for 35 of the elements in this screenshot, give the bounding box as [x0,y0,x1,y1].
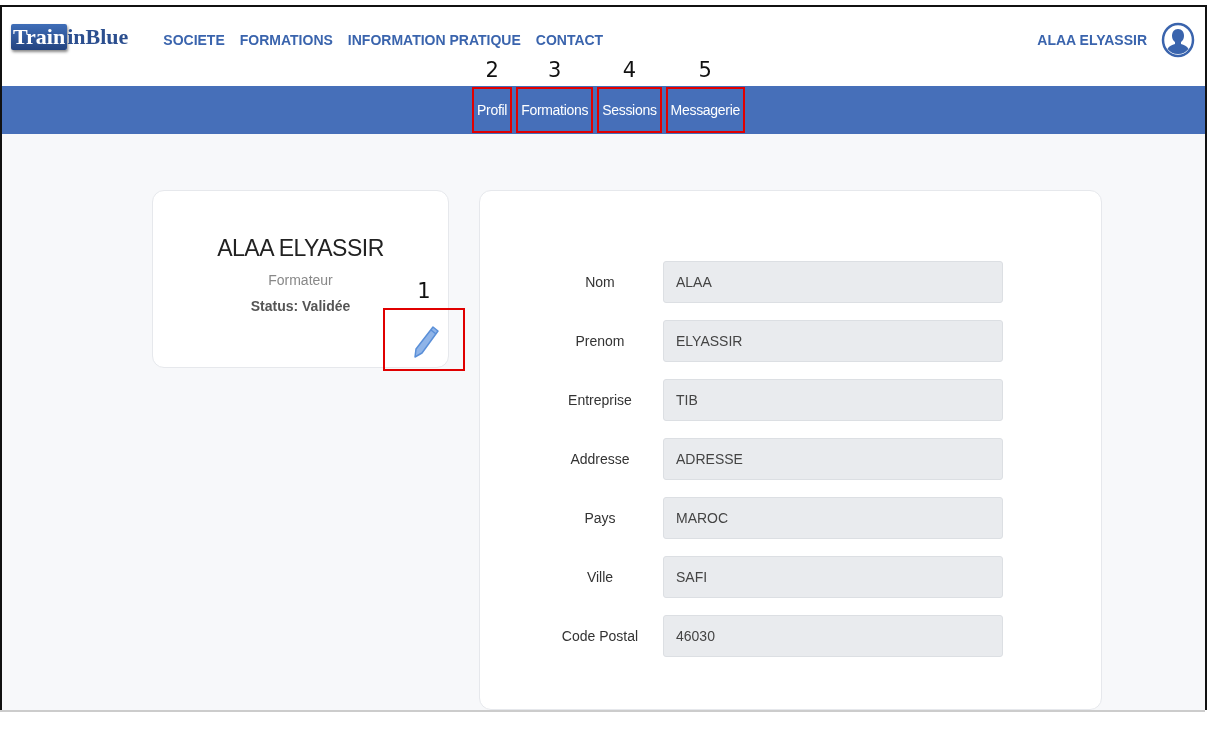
field-label: Nom [584,274,616,290]
field-label: Addresse [569,451,631,467]
field-label: Prenom [574,333,626,349]
tab[interactable]: Profil [474,88,511,131]
callout-number: 4 [622,57,637,82]
callout-number: 5 [698,57,712,82]
callout-number: 2 [485,57,499,82]
input-field[interactable]: 46030 [663,615,1003,657]
callout-number: 1 [417,279,431,303]
nav-link[interactable]: FORMATIONS [239,32,333,49]
user-name[interactable]: ALAA ELYASSIR [1037,32,1147,49]
input-field[interactable]: MAROC [663,497,1003,539]
tab[interactable]: Sessions [599,88,660,131]
tab[interactable]: Messagerie [667,88,743,131]
input-field[interactable]: TIB [663,379,1003,421]
logo[interactable]: TraininBlue [11,24,129,51]
input-field[interactable]: SAFI [663,556,1003,598]
callout-number: 3 [547,57,562,82]
nav-link[interactable]: INFORMATION PRATIQUE [347,32,521,49]
tab[interactable]: Formations [518,88,592,131]
input-field[interactable]: ALAA [663,261,1003,303]
field-label: Pays [583,510,617,526]
nav-link[interactable]: SOCIETE [163,32,225,49]
field-label: Entreprise [567,392,633,408]
field-label: Ville [585,569,615,585]
avatar-icon[interactable] [1161,22,1195,59]
nav-link[interactable]: CONTACT [535,32,604,49]
input-field[interactable]: ELYASSIR [663,320,1003,362]
edit-button[interactable] [411,323,441,360]
profile-status: Status: Validée [250,298,351,314]
profile-name: ALAA ELYASSIR [217,235,384,262]
field-label: Code Postal [560,628,640,644]
pencil-icon [411,323,441,360]
profile-role: Formateur [268,272,333,288]
input-field[interactable]: ADRESSE [663,438,1003,480]
